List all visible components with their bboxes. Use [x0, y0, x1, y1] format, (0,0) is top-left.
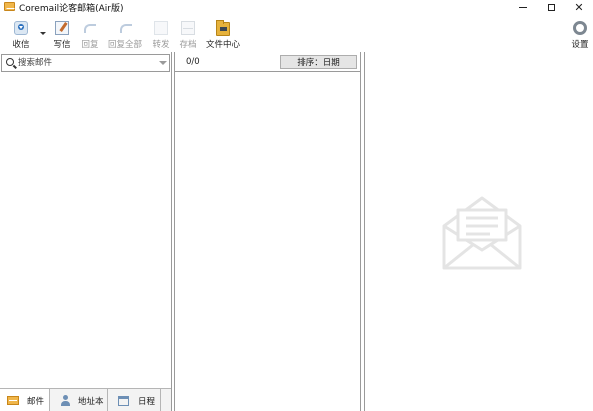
forward-label: 转发: [152, 40, 170, 50]
gear-icon: [573, 21, 587, 35]
mail-list-pane: 0/0 排序：日期: [174, 52, 361, 411]
app-mail-icon: [4, 2, 15, 11]
sort-button[interactable]: 排序：日期: [280, 55, 357, 69]
reply-all-icon: [118, 21, 132, 35]
bottom-tab-bar: 邮件 地址本 日程: [0, 388, 171, 411]
file-center-label: 文件中心: [206, 40, 241, 50]
compose-icon: [55, 21, 69, 35]
empty-mail-icon: [442, 196, 522, 270]
receive-label: 收信: [12, 40, 30, 50]
tab-calendar-label: 日程: [138, 396, 156, 407]
reply-all-label: 回复全部: [107, 40, 142, 50]
archive-icon: [181, 21, 195, 35]
toolbar: 收信 写信 回复 回复全部 转发 存档 文件中心 设置: [0, 15, 593, 52]
close-icon: ✕: [574, 0, 584, 14]
folder-icon: [216, 20, 230, 36]
maximize-button[interactable]: [538, 0, 564, 14]
write-button[interactable]: 写信: [52, 18, 72, 50]
reply-icon: [83, 21, 97, 35]
settings-button[interactable]: 设置: [570, 18, 590, 50]
maximize-icon: [547, 3, 555, 11]
folder-pane: 邮件 地址本 日程: [0, 52, 172, 411]
reply-all-button[interactable]: 回复全部: [107, 18, 143, 50]
tab-calendar[interactable]: 日程: [109, 389, 161, 411]
search-icon: [6, 58, 14, 66]
contacts-icon: [60, 395, 71, 406]
search-box: [1, 54, 170, 72]
tab-contacts-label: 地址本: [78, 396, 104, 407]
archive-button[interactable]: 存档: [178, 18, 198, 50]
minimize-icon: [519, 6, 527, 8]
search-dropdown-icon[interactable]: [159, 61, 167, 65]
receive-button[interactable]: 收信: [10, 18, 32, 50]
reply-label: 回复: [81, 40, 99, 50]
forward-button[interactable]: 转发: [151, 18, 171, 50]
window-title: Coremail论客邮箱(Air版): [19, 4, 124, 14]
search-input[interactable]: [18, 56, 148, 70]
mail-count: 0/0: [186, 57, 200, 67]
receive-dropdown-caret[interactable]: [40, 32, 46, 35]
minimize-button[interactable]: [510, 0, 536, 14]
write-label: 写信: [53, 40, 71, 50]
tab-mail-label: 邮件: [27, 396, 45, 407]
file-center-button[interactable]: 文件中心: [206, 18, 240, 50]
tab-mail[interactable]: 邮件: [0, 389, 50, 411]
reply-button[interactable]: 回复: [80, 18, 100, 50]
title-bar: Coremail论客邮箱(Air版) ✕: [0, 0, 593, 14]
archive-label: 存档: [179, 40, 197, 50]
mail-icon: [7, 396, 19, 405]
settings-label: 设置: [571, 40, 589, 50]
reading-pane: [364, 52, 593, 411]
calendar-icon: [118, 395, 129, 406]
forward-icon: [154, 21, 168, 35]
tab-contacts[interactable]: 地址本: [51, 389, 108, 411]
receive-icon: [14, 21, 28, 35]
mail-list-header: 0/0 排序：日期: [175, 52, 360, 72]
close-button[interactable]: ✕: [566, 0, 592, 14]
